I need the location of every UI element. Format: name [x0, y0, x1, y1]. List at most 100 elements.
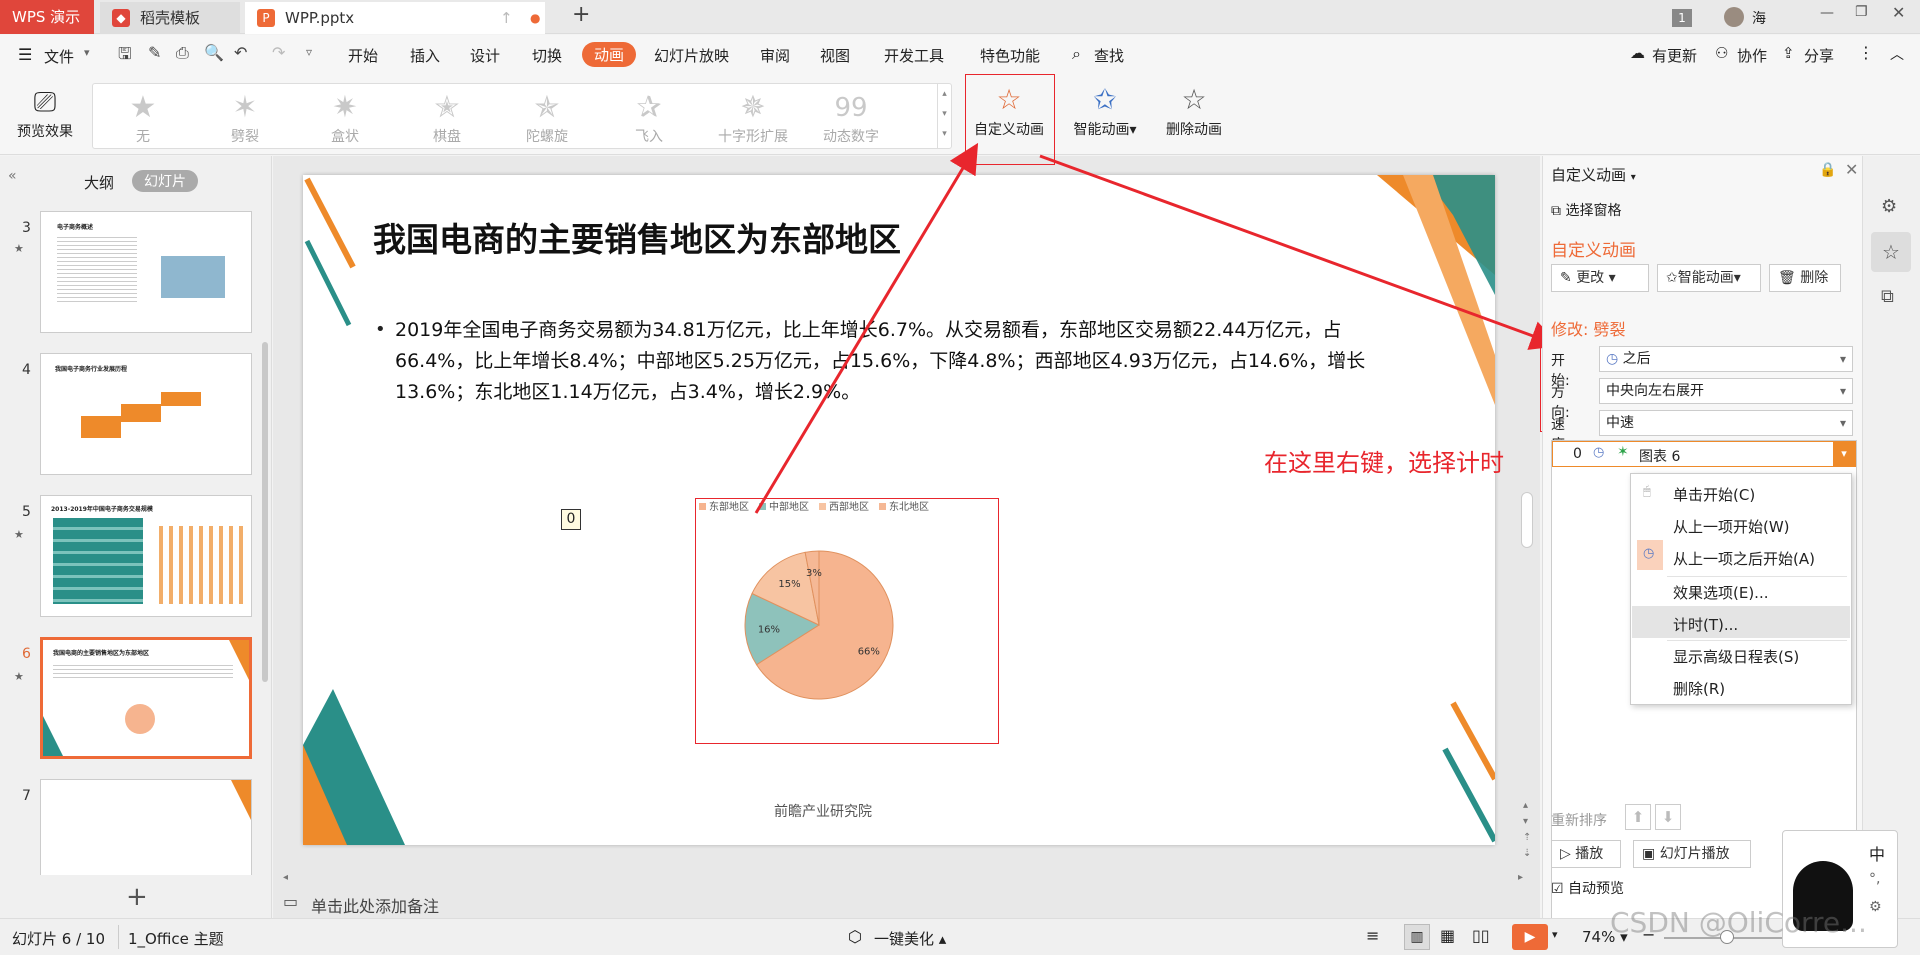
page-nav-icons[interactable]: ▴ ▾ ⇡ ⇣	[1523, 798, 1531, 862]
vertical-scrollbar[interactable]	[1521, 492, 1533, 548]
slideshow-button[interactable]: ▣ 幻灯片播放	[1633, 840, 1751, 868]
effect-box[interactable]: ✷ 盒状	[305, 90, 385, 146]
thumbnail-scrollbar[interactable]	[262, 342, 268, 682]
undo-icon[interactable]: ↶	[234, 43, 247, 62]
menu-developer[interactable]: 开发工具	[884, 45, 944, 66]
animation-order-tag[interactable]: 0	[561, 509, 581, 530]
print-preview-icon[interactable]: 🔍	[204, 43, 224, 62]
tab-daoke-template[interactable]: ◆ 稻壳模板	[100, 2, 240, 34]
file-menu[interactable]: 文件	[44, 46, 74, 67]
settings-sliders-icon[interactable]: ⚙	[1881, 196, 1897, 217]
slide-sorter-icon[interactable]: ▦	[1440, 926, 1455, 945]
select-pane-side-icon[interactable]: ⧉	[1881, 286, 1894, 307]
more-icon[interactable]: ⋮	[1858, 43, 1874, 62]
tab-slides[interactable]: 幻灯片	[132, 170, 198, 192]
horizontal-scrollbar[interactable]: ◂ ▸	[283, 872, 1523, 886]
tab-wpp-pptx[interactable]: P WPP.pptx ↑ ●	[245, 2, 545, 34]
menu-slideshow[interactable]: 幻灯片放映	[654, 45, 729, 66]
effect-dynamic-number[interactable]: 99 动态数字	[811, 90, 891, 146]
update-button[interactable]: 有更新	[1652, 45, 1697, 66]
save-icon[interactable]: 🖫	[118, 43, 132, 70]
effect-none[interactable]: ★ 无	[103, 90, 183, 146]
menu-effect-options[interactable]: 效果选项(E)...	[1673, 582, 1769, 603]
print-icon[interactable]: ⎙	[176, 43, 189, 63]
play-button[interactable]: ▷ 播放	[1551, 840, 1621, 868]
restore-icon[interactable]: ❐	[1855, 4, 1868, 20]
ime-settings-icon[interactable]: ⚙	[1869, 899, 1882, 915]
collapse-ribbon-icon[interactable]: ︿	[1890, 44, 1904, 64]
slide-source[interactable]: 前瞻产业研究院	[723, 801, 923, 821]
slide-bullet-text[interactable]: 2019年全国电子商务交易额为34.81万亿元，比上年增长6.7%。从交易额看，…	[395, 315, 1403, 408]
close-pane-icon[interactable]: ✕	[1845, 160, 1858, 179]
menu-delete[interactable]: 删除(R)	[1673, 678, 1725, 699]
slide-thumb-5[interactable]: 2013-2019年中国电子商务交易规模	[40, 495, 252, 617]
slide-thumb-6-selected[interactable]: 我国电商的主要销售地区为东部地区	[40, 637, 252, 759]
menu-start[interactable]: 开始	[348, 45, 378, 66]
menu-insert[interactable]: 插入	[410, 45, 440, 66]
smart-animation-button[interactable]: ✩ 智能动画▾	[1066, 81, 1144, 139]
gallery-scroll[interactable]: ▴ ▾ ▾	[937, 84, 951, 148]
theme-name[interactable]: 1_Office 主题	[128, 928, 224, 949]
minimize-icon[interactable]: —	[1820, 5, 1834, 21]
effect-cross-expand[interactable]: ✵ 十字形扩展	[703, 90, 803, 146]
autopreview-checkbox[interactable]: ☑ 自动预览	[1551, 878, 1624, 898]
notes-toggle-icon[interactable]: ≡	[1366, 926, 1379, 945]
menu-design[interactable]: 设计	[470, 45, 500, 66]
search-icon[interactable]: ⌕	[1072, 44, 1081, 64]
effect-checkerboard[interactable]: ✭ 棋盘	[407, 90, 487, 146]
menu-transition[interactable]: 切换	[532, 45, 562, 66]
wps-app-tab[interactable]: WPS 演示	[0, 0, 94, 34]
preview-effect-button[interactable]: ⎚ 预览效果	[10, 83, 80, 141]
chevron-down-icon[interactable]: ▾	[84, 46, 90, 59]
pane-header[interactable]: 自定义动画 ▾	[1551, 164, 1636, 185]
menu-after-previous[interactable]: 从上一项之后开始(A)	[1673, 548, 1815, 569]
search-menu[interactable]: 查找	[1094, 45, 1124, 66]
normal-view-icon[interactable]: ▥	[1404, 924, 1430, 950]
slide-thumb-3[interactable]: 电子商务概述	[40, 211, 252, 333]
format-painter-icon[interactable]: ✎	[148, 43, 161, 62]
custom-animation-side-icon[interactable]: ☆	[1871, 232, 1911, 272]
menu-view[interactable]: 视图	[820, 45, 850, 66]
collapse-panel-icon[interactable]: «	[8, 168, 17, 184]
upload-icon[interactable]: ↑	[500, 2, 513, 34]
speed-select[interactable]: 中速	[1599, 410, 1853, 436]
menu-timing[interactable]: 计时(T)...	[1673, 614, 1738, 635]
select-pane-link[interactable]: ⧉ 选择窗格	[1551, 200, 1621, 220]
quick-access-more-icon[interactable]: ▿	[306, 45, 312, 59]
slide-thumb-7[interactable]	[40, 779, 252, 875]
window-count-badge[interactable]: 1	[1672, 9, 1692, 27]
collaborate-button[interactable]: 协作	[1737, 45, 1767, 66]
menu-advanced-timeline[interactable]: 显示高级日程表(S)	[1673, 646, 1799, 667]
menu-click-start[interactable]: 单击开始(C)	[1673, 484, 1755, 505]
hamburger-icon[interactable]: ☰	[18, 45, 32, 64]
slide-thumb-4[interactable]: 我国电子商务行业发展历程	[40, 353, 252, 475]
menu-special[interactable]: 特色功能	[980, 45, 1040, 66]
lock-icon[interactable]: 🔒	[1819, 162, 1836, 178]
item-dropdown-icon[interactable]: ▾	[1833, 442, 1855, 466]
delete-pane-button[interactable]: 🗑 删除	[1769, 264, 1841, 292]
effect-split[interactable]: ✶ 劈裂	[205, 90, 285, 146]
smart-anim-pane-button[interactable]: ✩智能动画▾	[1657, 264, 1761, 292]
delete-animation-button[interactable]: ☆ 删除动画	[1158, 81, 1230, 139]
direction-select[interactable]: 中央向左右展开	[1599, 378, 1853, 404]
tab-outline[interactable]: 大纲	[84, 172, 114, 193]
move-up-icon[interactable]: ⬆	[1625, 804, 1651, 830]
play-slideshow-icon[interactable]: ▶	[1512, 924, 1548, 950]
ime-mode[interactable]: 中	[1869, 841, 1885, 865]
slide-title[interactable]: 我国电商的主要销售地区为东部地区	[373, 213, 901, 261]
share-button[interactable]: 分享	[1804, 45, 1834, 66]
effect-spin[interactable]: ✯ 陀螺旋	[507, 90, 587, 146]
animation-list-item[interactable]: 0 ◷ ✶ 图表 6 ▾	[1552, 441, 1856, 467]
ime-punctuation-icon[interactable]: °,	[1869, 871, 1880, 887]
effect-fly-in[interactable]: ✰ 飞入	[609, 90, 689, 146]
start-select[interactable]: ◷ 之后	[1599, 346, 1853, 372]
add-slide-plus-icon[interactable]: +	[126, 882, 148, 912]
notes-placeholder[interactable]: 单击此处添加备注	[311, 893, 439, 917]
menu-review[interactable]: 审阅	[760, 45, 790, 66]
close-icon[interactable]: ✕	[1892, 3, 1905, 22]
change-button[interactable]: ✎ 更改 ▾	[1551, 264, 1649, 292]
slideshow-dropdown-icon[interactable]: ▾	[1552, 928, 1558, 941]
avatar[interactable]	[1724, 7, 1744, 27]
menu-animation[interactable]: 动画	[582, 42, 637, 67]
redo-icon[interactable]: ↷	[272, 43, 285, 62]
